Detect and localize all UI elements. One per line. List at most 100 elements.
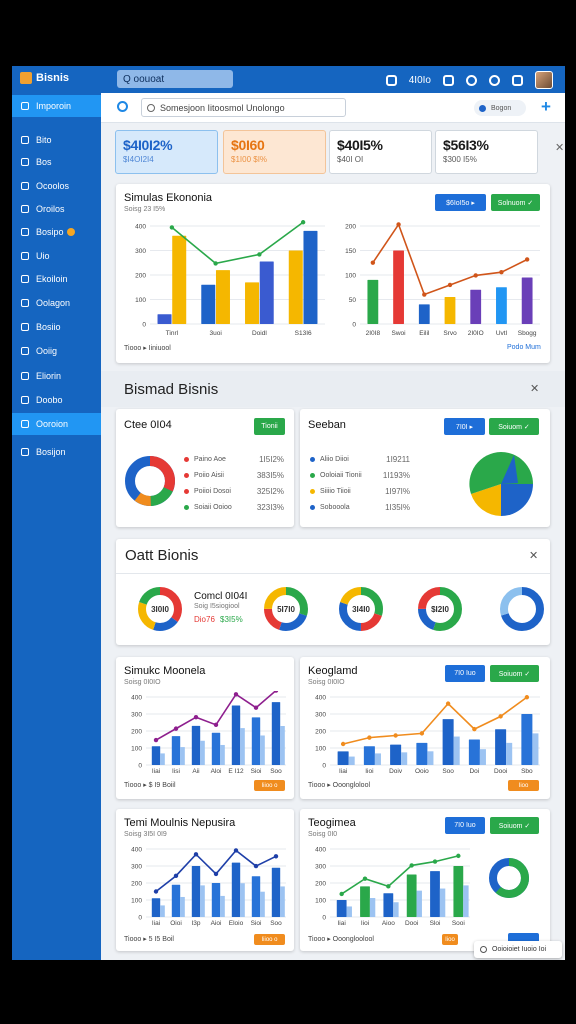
tick-label: Aloi (211, 768, 222, 775)
line-point (498, 714, 503, 719)
tag-button[interactable]: Iiioo o (254, 934, 285, 945)
tick-label: 400 (131, 695, 142, 702)
toast-notification[interactable]: Ooioioiet Iuoio Ioi (474, 941, 562, 958)
brand[interactable]: Bisnis (20, 72, 69, 84)
bar (427, 751, 434, 765)
chart-icon[interactable] (385, 74, 397, 86)
legend-item: Siiiio Tiioii 1I97I% (310, 487, 410, 496)
line-point (173, 726, 179, 731)
sidebar-item-6[interactable]: Uio (12, 245, 101, 267)
kpi-card[interactable]: $4I0I2% $I4OI2I4 (115, 130, 218, 174)
sidebar-item-12[interactable]: Doobo (12, 389, 101, 411)
submit-button[interactable]: Solnuom ✓ (491, 194, 540, 211)
close-icon[interactable]: ✕ (530, 382, 539, 395)
legend-label: Paino Aoe (194, 456, 226, 463)
legend-label: Sobooola (320, 504, 350, 511)
sidebar-item-0[interactable]: Imporoin (12, 95, 101, 117)
filter-pill-label: Bogon (491, 104, 512, 112)
submit-button[interactable]: Soiuom ✓ (490, 665, 539, 682)
more-link[interactable]: Podo Mum (507, 344, 541, 351)
sidebar-item-label: Ocoolos (36, 181, 70, 191)
sidebar-item-4[interactable]: Oroilos (12, 198, 101, 220)
period-button[interactable]: 7I0 Iuo (445, 817, 485, 834)
line-point (339, 891, 344, 897)
bar (171, 884, 181, 917)
bar (418, 304, 430, 324)
user-menu-icon[interactable] (512, 74, 523, 86)
legend-label: Poiio Aisii (194, 472, 224, 479)
bar (521, 277, 533, 324)
help-icon[interactable] (489, 74, 500, 86)
card-oatt-bionis: Oatt Bionis ✕ Comcl 0I04I Soig I5siogioo… (116, 539, 550, 645)
sidebar-item-10[interactable]: Ooiig (12, 340, 101, 362)
submit-button[interactable]: Soiuom ✓ (490, 817, 539, 834)
sidebar-item-11[interactable]: Eliorin (12, 365, 101, 387)
sidebar-item-1[interactable]: Bito (12, 129, 101, 151)
square-icon (21, 323, 29, 331)
sidebar-item-14[interactable]: Bosijon (12, 441, 101, 463)
sidebar-item-5[interactable]: Bosipo (12, 221, 101, 243)
kpi-value: $0I60 (231, 137, 265, 153)
settings-icon[interactable] (466, 74, 477, 86)
tick-label: 2I0I8 (366, 330, 381, 337)
bar-chart-b: 200 150 100 50 0 2I0I8 Swoi Eilil Srvo 2I0IO Uvtl S… (345, 222, 540, 337)
bar (430, 871, 440, 917)
sidebar-item-3[interactable]: Ocoolos (12, 175, 101, 197)
bar (393, 902, 399, 917)
sidebar-item-8[interactable]: Oolagon (12, 292, 101, 314)
period-button[interactable]: $6IoI5o ▸ (435, 194, 486, 211)
donut-label: $I2I0 (431, 605, 449, 614)
tionii-button[interactable]: Tionii (254, 418, 285, 435)
close-icon[interactable]: ✕ (555, 141, 564, 154)
tag-button[interactable]: Iioo (508, 780, 539, 791)
filter-pill[interactable]: Bogon (474, 100, 526, 116)
bar (521, 714, 533, 765)
search-input[interactable]: Somesjoon Iitoosmol Unolongo (141, 98, 346, 117)
tick-label: 400 (131, 847, 142, 854)
tick-label: Soo (442, 768, 454, 775)
bar (288, 250, 303, 324)
tick-label: Doi (469, 768, 479, 775)
sidebar-item-2[interactable]: Bos (12, 151, 101, 173)
tick-label: 200 (315, 881, 326, 888)
tag-button[interactable]: Iiioo o (254, 780, 285, 791)
bar (444, 297, 456, 324)
donut-chart (489, 858, 529, 898)
bar (151, 746, 161, 765)
bar (259, 261, 274, 324)
search-icon[interactable] (117, 101, 128, 112)
sidebar-item-13[interactable]: Ooroion (12, 413, 101, 435)
tick-label: Aioi (211, 920, 222, 927)
close-icon[interactable]: ✕ (529, 549, 538, 562)
tick-label: Iioi (361, 920, 369, 927)
line-point (432, 859, 438, 864)
legend-dot-icon (310, 473, 315, 478)
sidebar-item-7[interactable]: Ekoiloin (12, 268, 101, 290)
submit-button[interactable]: Soiuom ✓ (489, 418, 539, 435)
line-point (472, 726, 477, 732)
add-icon[interactable]: + (541, 97, 551, 117)
bar (303, 230, 318, 324)
legend-label: Poiioi Dosoi (194, 488, 231, 495)
series-line (341, 855, 459, 895)
bar (231, 862, 241, 917)
kpi-card[interactable]: $56I3% $300 I5% (435, 130, 538, 174)
period-button[interactable]: 7I0I ▸ (444, 418, 485, 435)
sidebar-item-9[interactable]: Bosiio (12, 316, 101, 338)
line-point (409, 863, 414, 868)
tick-label: Iiai (152, 768, 160, 775)
bar (215, 270, 230, 324)
line-point (367, 735, 372, 740)
tag-button[interactable]: Iioo (442, 934, 458, 945)
tick-label: 200 (131, 729, 142, 736)
top-search-input[interactable]: Q oouoat (117, 70, 233, 88)
sidebar-item-label: Doobo (36, 395, 63, 405)
sidebar-item-label: Oolagon (36, 298, 71, 308)
avatar[interactable] (535, 71, 553, 89)
period-button[interactable]: 7I0 Iuo (445, 665, 485, 682)
bar (367, 279, 379, 324)
bell-icon[interactable] (443, 74, 454, 86)
legend-dot-icon (310, 505, 315, 510)
kpi-card[interactable]: $40I5% $40I OI (329, 130, 432, 174)
kpi-card[interactable]: $0I60 $1I00 $I% (223, 130, 326, 174)
